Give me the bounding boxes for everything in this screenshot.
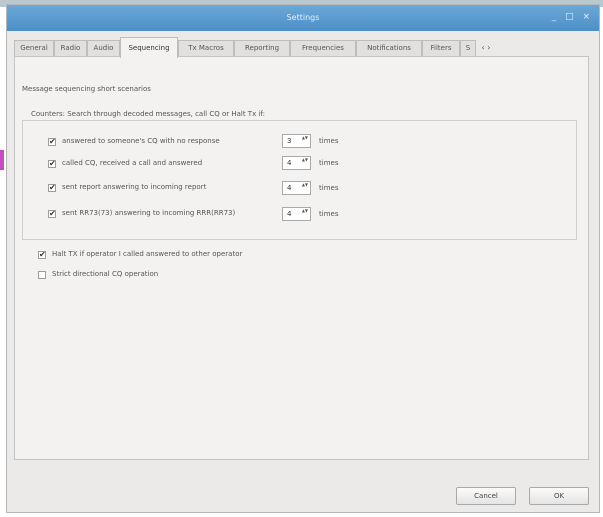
- counter-label: called CQ, received a call and answered: [62, 159, 203, 167]
- tab-reporting[interactable]: Reporting: [234, 40, 290, 56]
- halt-tx-checkbox[interactable]: ✔: [38, 251, 46, 259]
- counter-unit: times: [319, 184, 339, 192]
- counter-spinbox[interactable]: 4 ▲▼: [282, 207, 311, 221]
- tab-radio[interactable]: Radio: [54, 40, 87, 56]
- cancel-button[interactable]: Cancel: [456, 487, 516, 505]
- spin-arrows-icon[interactable]: ▲▼: [302, 208, 308, 214]
- counter-checkbox-sent-report[interactable]: ✔: [48, 184, 56, 192]
- counter-value: 4: [287, 184, 292, 192]
- spin-arrows-icon[interactable]: ▲▼: [302, 157, 308, 163]
- window-title: Settings: [286, 13, 320, 22]
- tab-bar: General Radio Audio Sequencing Tx Macros…: [14, 37, 589, 58]
- counters-label: Counters: Search through decoded message…: [31, 110, 265, 118]
- counter-label: sent RR73(73) answering to incoming RRR(…: [62, 209, 236, 217]
- window-controls-icon[interactable]: _ □ ×: [552, 12, 593, 22]
- counter-spinbox[interactable]: 4 ▲▼: [282, 156, 311, 170]
- counter-checkbox-called-cq[interactable]: ✔: [48, 160, 56, 168]
- spin-arrows-icon[interactable]: ▲▼: [302, 135, 308, 141]
- counter-value: 4: [287, 210, 292, 218]
- tab-tx-macros[interactable]: Tx Macros: [178, 40, 234, 56]
- tab-filters[interactable]: Filters: [422, 40, 460, 56]
- counter-value: 3: [287, 137, 292, 145]
- halt-tx-label: Halt TX if operator I called answered to…: [52, 250, 243, 258]
- counter-unit: times: [319, 210, 339, 218]
- counter-checkbox-cq-no-response[interactable]: ✔: [48, 138, 56, 146]
- tab-sequencing[interactable]: Sequencing: [120, 37, 178, 58]
- counter-label: sent report answering to incoming report: [62, 183, 207, 191]
- spin-arrows-icon[interactable]: ▲▼: [302, 182, 308, 188]
- tab-scroll-icon[interactable]: ‹ ›: [476, 40, 496, 56]
- counter-label: answered to someone's CQ with no respons…: [62, 137, 220, 145]
- counter-value: 4: [287, 159, 292, 167]
- desktop-background-edge: [0, 150, 4, 170]
- strict-directional-cq-label: Strict directional CQ operation: [52, 270, 159, 278]
- tab-audio[interactable]: Audio: [87, 40, 120, 56]
- counter-unit: times: [319, 137, 339, 145]
- section-label: Message sequencing short scenarios: [22, 85, 151, 93]
- counter-checkbox-sent-rr73[interactable]: ✔: [48, 210, 56, 218]
- ok-button[interactable]: OK: [529, 487, 589, 505]
- tab-notifications[interactable]: Notifications: [356, 40, 422, 56]
- counter-unit: times: [319, 159, 339, 167]
- counter-spinbox[interactable]: 4 ▲▼: [282, 181, 311, 195]
- strict-directional-cq-checkbox[interactable]: [38, 271, 46, 279]
- tab-general[interactable]: General: [14, 40, 54, 56]
- tab-s[interactable]: S: [460, 40, 476, 56]
- counter-spinbox[interactable]: 3 ▲▼: [282, 134, 311, 148]
- title-bar[interactable]: Settings _ □ ×: [7, 5, 599, 31]
- tab-frequencies[interactable]: Frequencies: [290, 40, 356, 56]
